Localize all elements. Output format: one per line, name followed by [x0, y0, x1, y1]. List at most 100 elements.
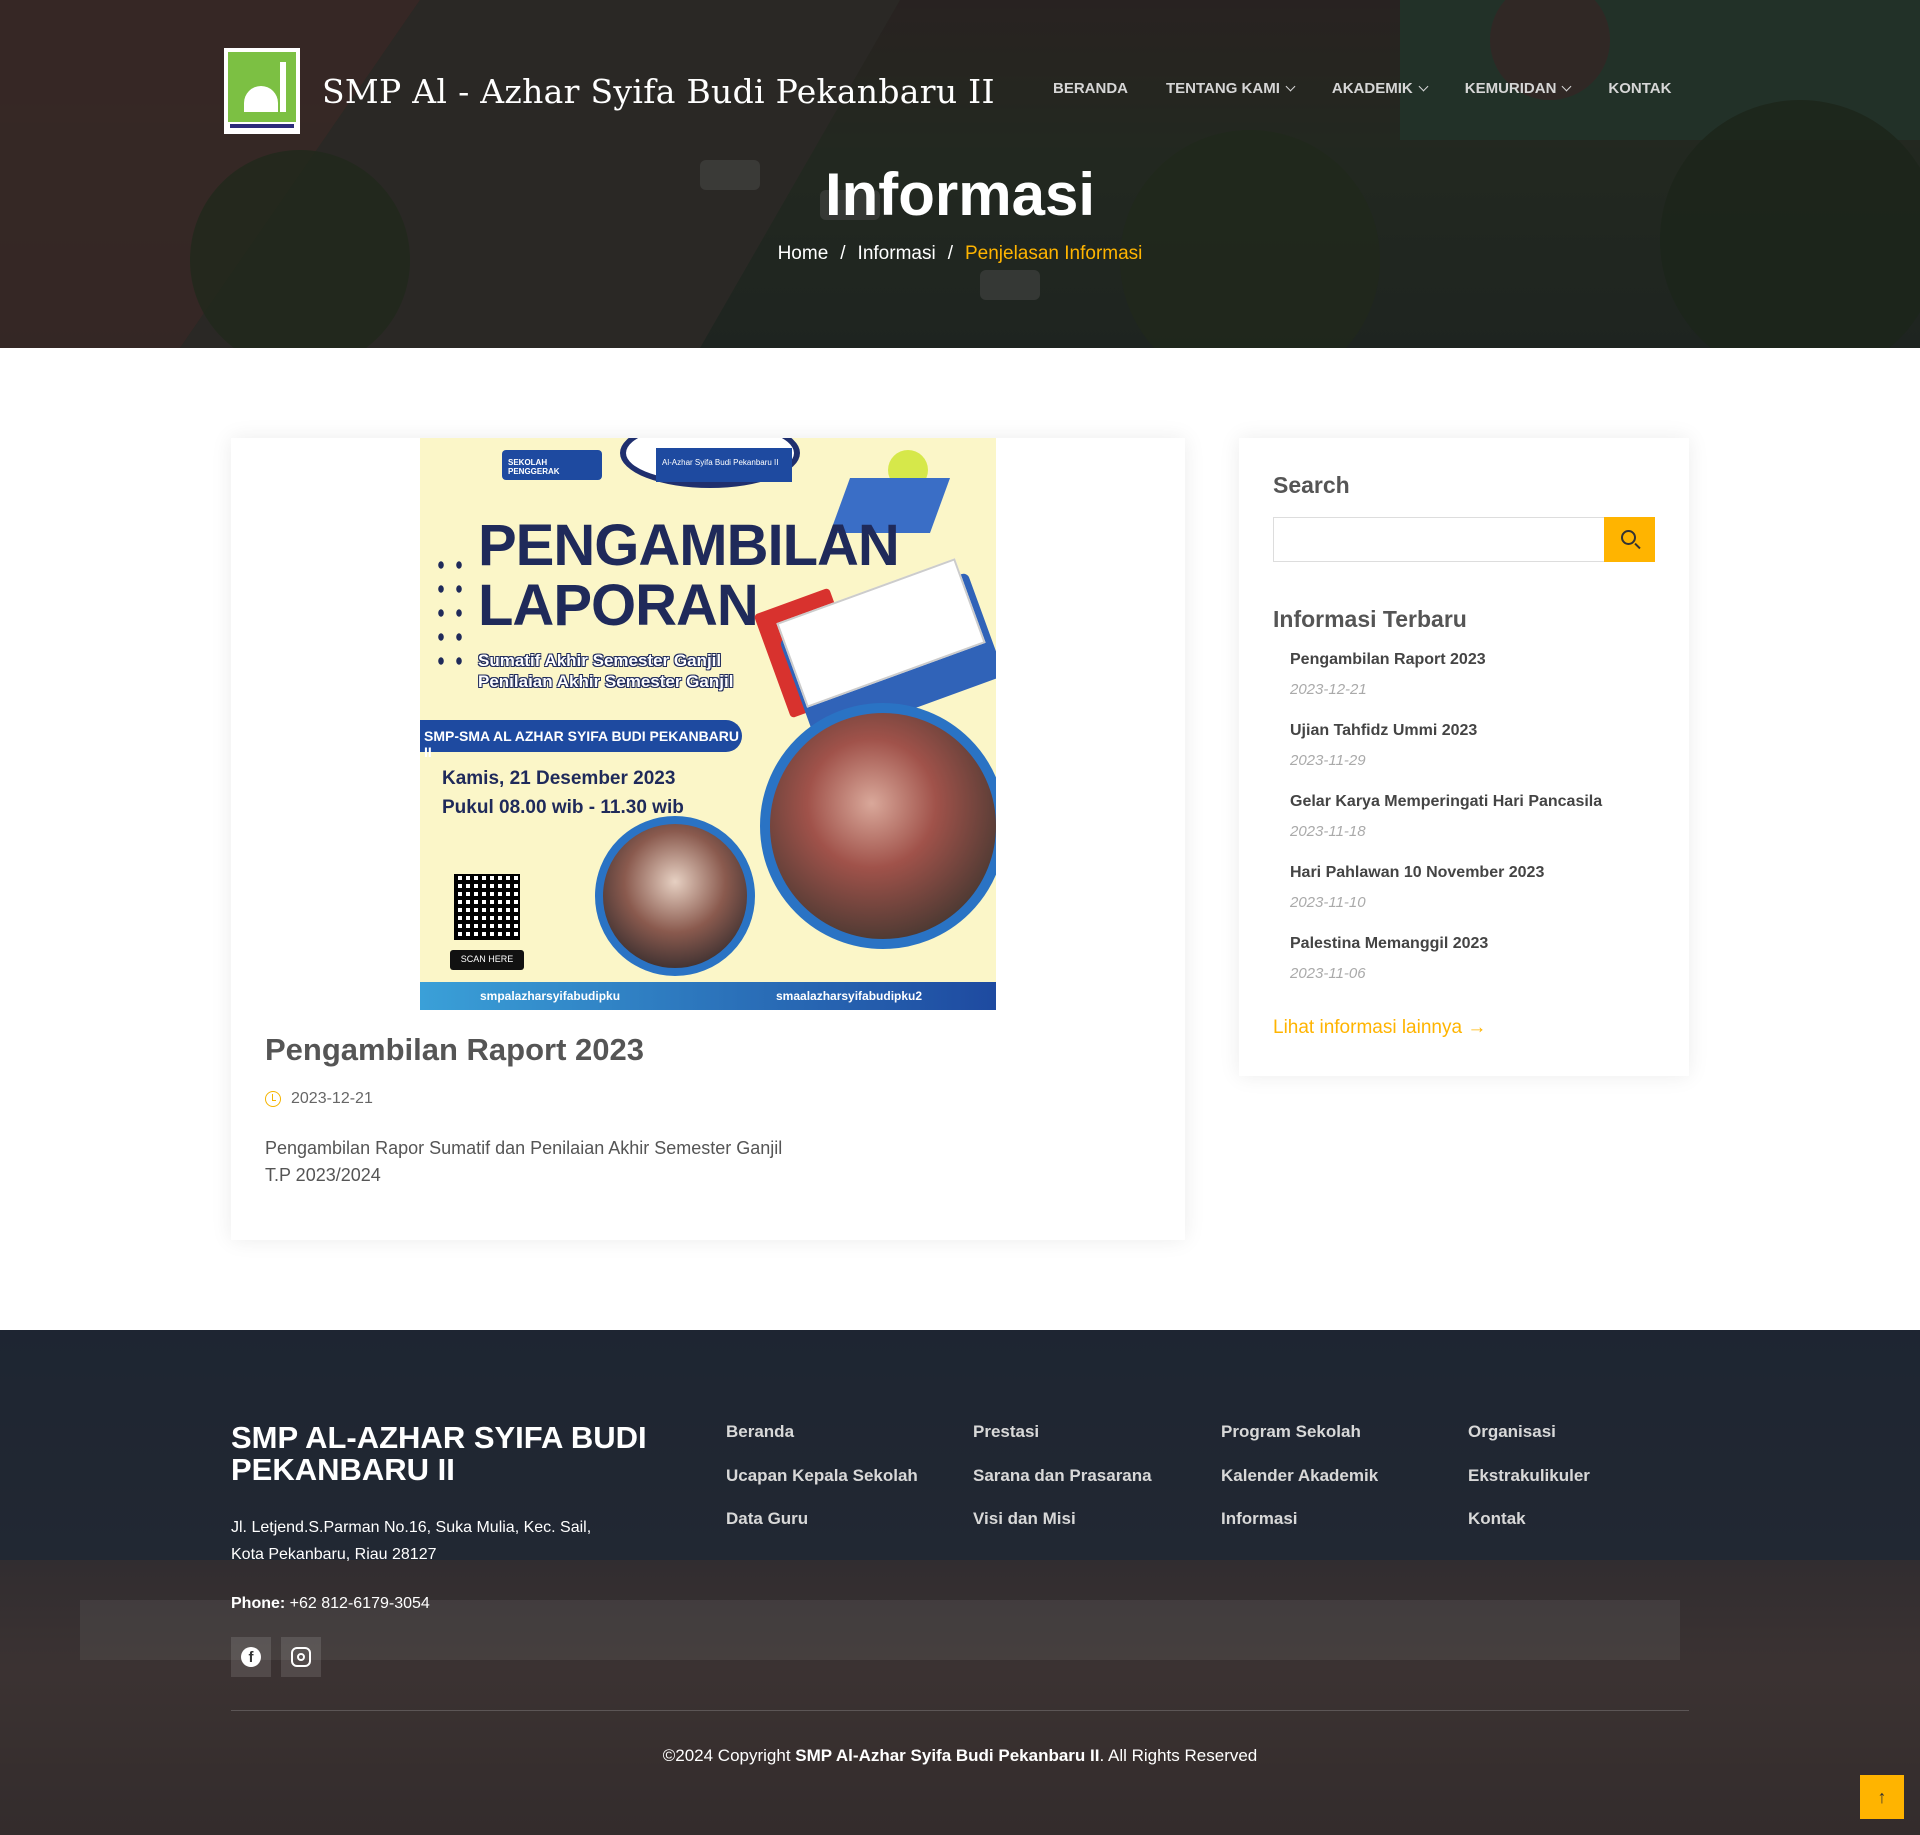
footer-link-kontak[interactable]: Kontak	[1468, 1509, 1526, 1529]
nav-kemuridan[interactable]: KEMURIDAN	[1464, 80, 1572, 97]
search-button[interactable]	[1604, 517, 1655, 562]
post-date: 2023-12-21	[265, 1090, 373, 1108]
facebook-button[interactable]: f	[231, 1637, 271, 1677]
nav-tentang-kami-label: TENTANG KAMI	[1166, 80, 1280, 97]
footer-link-kalender[interactable]: Kalender Akademik	[1221, 1466, 1378, 1486]
footer-link-beranda[interactable]: Beranda	[726, 1422, 794, 1442]
chevron-down-icon	[1418, 81, 1429, 92]
poster-badge-left: SEKOLAH PENGGERAK	[502, 450, 602, 480]
nav-beranda-label: BERANDA	[1053, 80, 1128, 97]
poster-badge-center: Al-Azhar Syifa Budi Pekanbaru II	[656, 448, 792, 482]
news-title[interactable]: Pengambilan Raport 2023	[1290, 651, 1670, 669]
nav-kemuridan-label: KEMURIDAN	[1464, 80, 1557, 97]
post-title: Pengambilan Raport 2023	[265, 1032, 645, 1067]
footer-divider	[231, 1710, 1689, 1711]
footer-link-data-guru[interactable]: Data Guru	[726, 1509, 808, 1529]
search-heading: Search	[1273, 472, 1350, 498]
search-input[interactable]	[1273, 517, 1655, 562]
qr-code-icon	[454, 874, 520, 940]
footer-link-program[interactable]: Program Sekolah	[1221, 1422, 1361, 1442]
footer-phone-label: Phone:	[231, 1595, 286, 1612]
footer-link-ekstrakulikuler[interactable]: Ekstrakulikuler	[1468, 1466, 1590, 1486]
more-info-link[interactable]: Lihat informasi lainnya →	[1273, 1017, 1486, 1039]
poster-photo-large	[760, 703, 996, 949]
list-item[interactable]: Gelar Karya Memperingati Hari Pancasila …	[1290, 793, 1670, 840]
site-name[interactable]: SMP Al - Azhar Syifa Budi Pekanbaru II	[322, 72, 995, 111]
news-title[interactable]: Palestina Memanggil 2023	[1290, 935, 1670, 953]
poster-subheading: Sumatif Akhir Semester Ganjil Penilaian A…	[478, 650, 733, 692]
breadcrumb-home[interactable]: Home	[778, 243, 829, 264]
footer-link-organisasi[interactable]: Organisasi	[1468, 1422, 1556, 1442]
instagram-button[interactable]	[281, 1637, 321, 1677]
poster-band: SMP-SMA AL AZHAR SYIFA BUDI PEKANBARU II	[420, 720, 742, 760]
news-date: 2023-11-18	[1290, 823, 1366, 840]
poster-footer: smpalazharsyifabudipku smaalazharsyifabu…	[420, 982, 996, 1010]
footer-phone-number: +62 812-6179-3054	[289, 1595, 430, 1612]
poster-badge-left-text: SEKOLAH PENGGERAK	[508, 458, 560, 476]
footer-address-line2: Kota Pekanbaru, Riau 28127	[231, 1546, 437, 1563]
list-item[interactable]: Palestina Memanggil 2023 2023-11-06	[1290, 935, 1670, 982]
latest-info-heading: Informasi Terbaru	[1273, 606, 1467, 632]
news-date: 2023-11-29	[1290, 752, 1366, 769]
news-title[interactable]: Hari Pahlawan 10 November 2023	[1290, 864, 1670, 882]
news-title[interactable]: Ujian Tahfidz Ummi 2023	[1290, 722, 1670, 740]
news-date: 2023-11-10	[1290, 894, 1366, 911]
post-image[interactable]: SEKOLAH PENGGERAK Al-Azhar Syifa Budi Pe…	[420, 438, 996, 1010]
brand[interactable]: SMP Al - Azhar Syifa Budi Pekanbaru II	[224, 48, 995, 134]
back-to-top-button[interactable]: ↑	[1860, 1775, 1904, 1819]
nav-tentang-kami[interactable]: TENTANG KAMI	[1166, 80, 1296, 97]
search-icon-handle	[1634, 542, 1641, 550]
poster-photo-small	[595, 816, 755, 976]
poster-badge-center-text: Al-Azhar Syifa Budi Pekanbaru II	[662, 458, 779, 467]
poster-ig-left: smpalazharsyifabudipku	[480, 989, 621, 1003]
main-nav: BERANDA TENTANG KAMI AKADEMIK KEMURIDAN …	[1053, 80, 1671, 97]
list-item[interactable]: Pengambilan Raport 2023 2023-12-21	[1290, 651, 1670, 698]
poster-heading-line1: PENGAMBILAN	[478, 513, 900, 578]
post-description: Pengambilan Rapor Sumatif dan Penilaian …	[265, 1138, 783, 1185]
footer-address: Jl. Letjend.S.Parman No.16, Suka Mulia, …	[231, 1514, 631, 1568]
nav-beranda[interactable]: BERANDA	[1053, 80, 1128, 97]
copyright-suffix: . All Rights Reserved	[1099, 1746, 1258, 1765]
footer-phone: Phone: +62 812-6179-3054	[231, 1595, 430, 1613]
poster-sub-line1: Sumatif Akhir Semester Ganjil	[478, 651, 722, 670]
footer-link-visi-misi[interactable]: Visi dan Misi	[973, 1509, 1076, 1529]
post-card: SEKOLAH PENGGERAK Al-Azhar Syifa Budi Pe…	[231, 438, 1185, 1240]
footer-school-name: SMP AL-AZHAR SYIFA BUDI PEKANBARU II	[231, 1420, 647, 1487]
footer-link-informasi[interactable]: Informasi	[1221, 1509, 1298, 1529]
nav-akademik[interactable]: AKADEMIK	[1331, 80, 1429, 97]
breadcrumb: Home / Informasi / Penjelasan Informasi	[0, 243, 1920, 265]
footer: SMP AL-AZHAR SYIFA BUDI PEKANBARU II Jl.…	[0, 1330, 1920, 1835]
breadcrumb-separator: /	[840, 243, 846, 264]
news-date: 2023-11-06	[1290, 965, 1366, 982]
news-title[interactable]: Gelar Karya Memperingati Hari Pancasila	[1290, 793, 1670, 811]
poster-scan-label: SCAN HERE	[450, 950, 524, 970]
chevron-down-icon	[1561, 81, 1572, 92]
copyright: ©2024 Copyright SMP Al-Azhar Syifa Budi …	[0, 1746, 1920, 1766]
nav-kontak[interactable]: KONTAK	[1608, 80, 1671, 97]
footer-address-line1: Jl. Letjend.S.Parman No.16, Suka Mulia, …	[231, 1519, 592, 1536]
list-item[interactable]: Ujian Tahfidz Ummi 2023 2023-11-29	[1290, 722, 1670, 769]
search-icon	[1621, 530, 1636, 545]
copyright-prefix: ©2024 Copyright	[662, 1746, 791, 1765]
school-logo	[224, 48, 300, 134]
poster-ig-right: smaalazharsyifabudipku2	[776, 989, 923, 1003]
footer-link-prestasi[interactable]: Prestasi	[973, 1422, 1039, 1442]
arrow-up-icon: ↑	[1877, 1786, 1887, 1807]
nav-akademik-label: AKADEMIK	[1331, 80, 1413, 97]
news-date: 2023-12-21	[1290, 681, 1367, 698]
facebook-icon: f	[241, 1647, 261, 1667]
poster-date-line2: Pukul 08.00 wib - 11.30 wib	[442, 797, 684, 818]
breadcrumb-informasi[interactable]: Informasi	[858, 243, 936, 264]
breadcrumb-separator: /	[947, 243, 953, 264]
poster-date-line1: Kamis, 21 Desember 2023	[442, 768, 676, 789]
clock-icon	[265, 1091, 281, 1107]
chevron-down-icon	[1285, 81, 1296, 92]
footer-link-ucapan[interactable]: Ucapan Kepala Sekolah	[726, 1466, 918, 1486]
footer-link-sarana[interactable]: Sarana dan Prasarana	[973, 1466, 1152, 1486]
poster-sub-line2: Penilaian Akhir Semester Ganjil	[478, 672, 734, 691]
list-item[interactable]: Hari Pahlawan 10 November 2023 2023-11-1…	[1290, 864, 1670, 911]
breadcrumb-current: Penjelasan Informasi	[964, 243, 1143, 264]
post-date-text: 2023-12-21	[291, 1090, 373, 1107]
poster-date: Kamis, 21 Desember 2023 Pukul 08.00 wib -…	[442, 764, 684, 822]
page-title: Informasi	[824, 161, 1096, 228]
